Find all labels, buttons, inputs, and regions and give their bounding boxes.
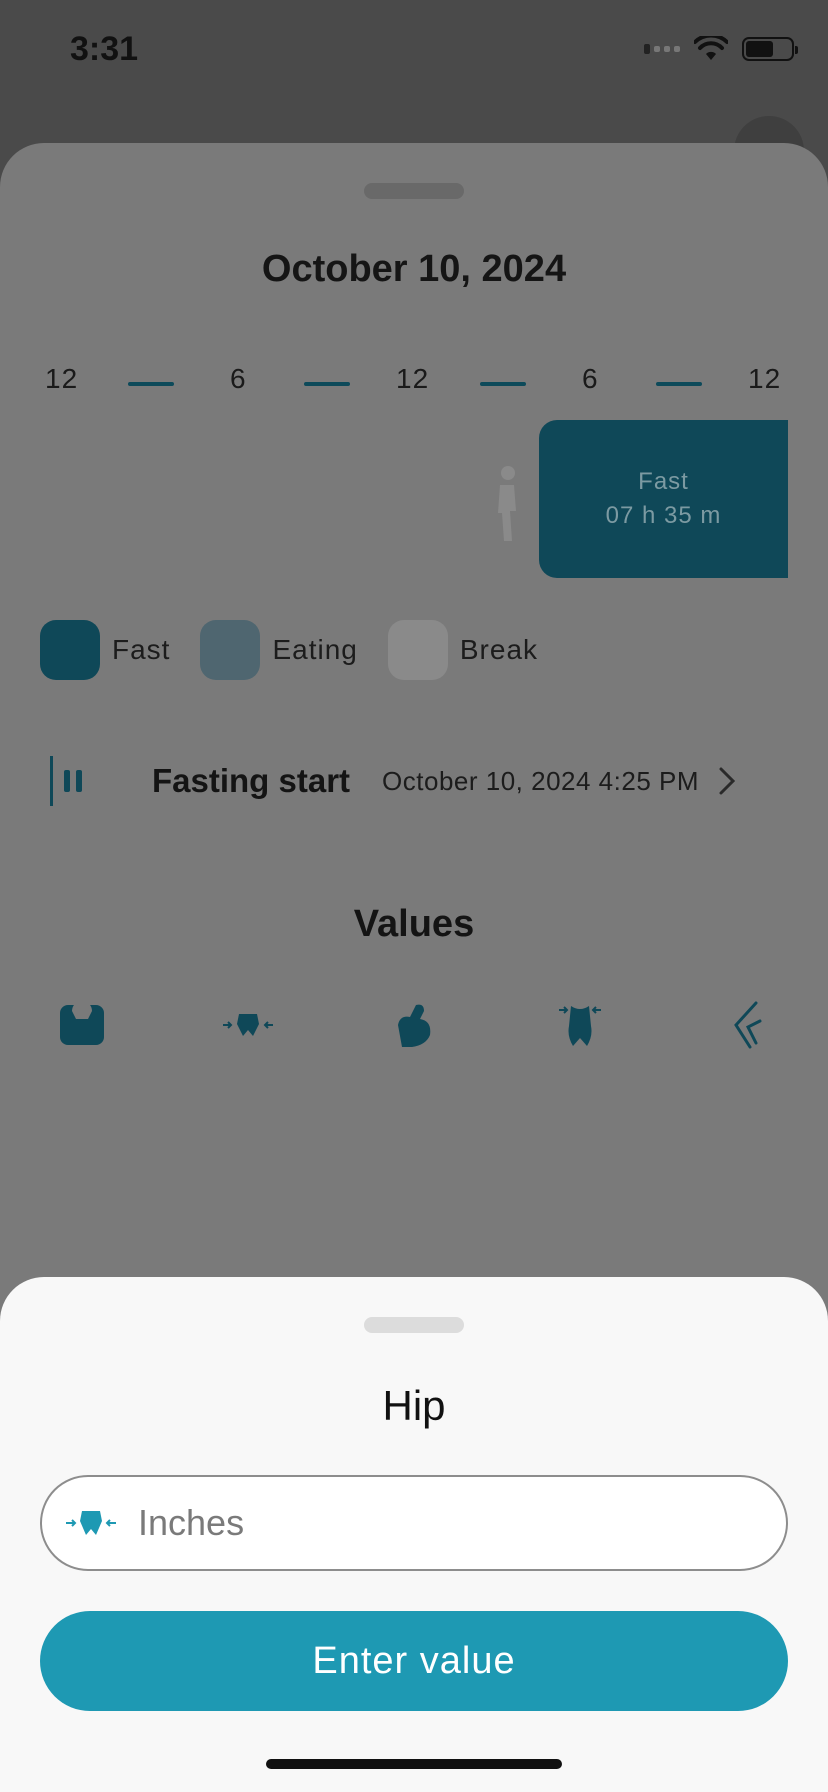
wifi-icon [694, 36, 728, 60]
legend-label: Fast [112, 634, 171, 665]
scale-icon[interactable] [40, 983, 124, 1067]
status-bar: 3:31 [0, 0, 828, 100]
hip-input[interactable] [138, 1502, 738, 1544]
timeline-axis: 12 6 12 6 12 [30, 363, 798, 403]
legend-label: Eating [272, 634, 358, 665]
timeline-label: 12 [396, 363, 430, 394]
hip-icon[interactable] [206, 983, 290, 1067]
sheet-grabber[interactable] [364, 1317, 464, 1333]
fast-block-title: Fast [638, 468, 689, 495]
value-entry-sheet: Hip Enter value [0, 1277, 828, 1792]
timeline-label: 12 [45, 363, 79, 394]
home-indicator [266, 1759, 562, 1769]
legend-swatch-eating [200, 620, 261, 680]
fast-period-block[interactable]: Fast 07 h 35 m [539, 420, 788, 578]
legend: Fast Eating Break [40, 620, 568, 680]
arm-icon[interactable] [372, 983, 456, 1067]
legend-item-fast: Fast [40, 620, 170, 680]
timeline-label: 6 [230, 363, 247, 394]
battery-icon [742, 37, 798, 61]
chevron-right-icon [719, 767, 736, 795]
legend-swatch-break [387, 620, 448, 680]
timeline-dash [304, 382, 350, 386]
fasting-start-row[interactable]: Fasting start October 10, 2024 4:25 PM [40, 751, 788, 811]
waist-icon[interactable] [538, 983, 622, 1067]
hip-input-field[interactable] [40, 1475, 788, 1571]
status-time: 3:31 [70, 30, 139, 68]
fasting-start-value: October 10, 2024 4:25 PM [382, 765, 700, 796]
sheet-title: Hip [382, 1382, 446, 1429]
status-icons [644, 36, 798, 62]
thigh-icon[interactable] [704, 983, 788, 1067]
timeline-label: 12 [748, 363, 782, 394]
timeline-dash [128, 382, 174, 386]
walking-person-icon [498, 466, 516, 541]
sheet-grabber[interactable] [364, 183, 464, 199]
cellular-signal-icon [644, 44, 680, 54]
values-title: Values [353, 903, 475, 945]
enter-value-button[interactable]: Enter value [40, 1611, 788, 1711]
timeline-dash [656, 382, 702, 386]
legend-label: Break [459, 634, 539, 665]
legend-swatch-fast [40, 620, 100, 680]
timeline-label: 6 [582, 363, 599, 394]
legend-item-break: Break [387, 620, 539, 680]
fast-block-duration: 07 h 35 m [605, 502, 722, 529]
pause-icon [50, 756, 82, 806]
hip-icon [66, 1511, 116, 1535]
timeline-dash [480, 382, 526, 386]
fasting-start-label: Fasting start [152, 762, 351, 799]
date-title: October 10, 2024 [261, 248, 567, 290]
legend-item-eating: Eating [200, 620, 357, 680]
values-icon-row [40, 983, 788, 1067]
